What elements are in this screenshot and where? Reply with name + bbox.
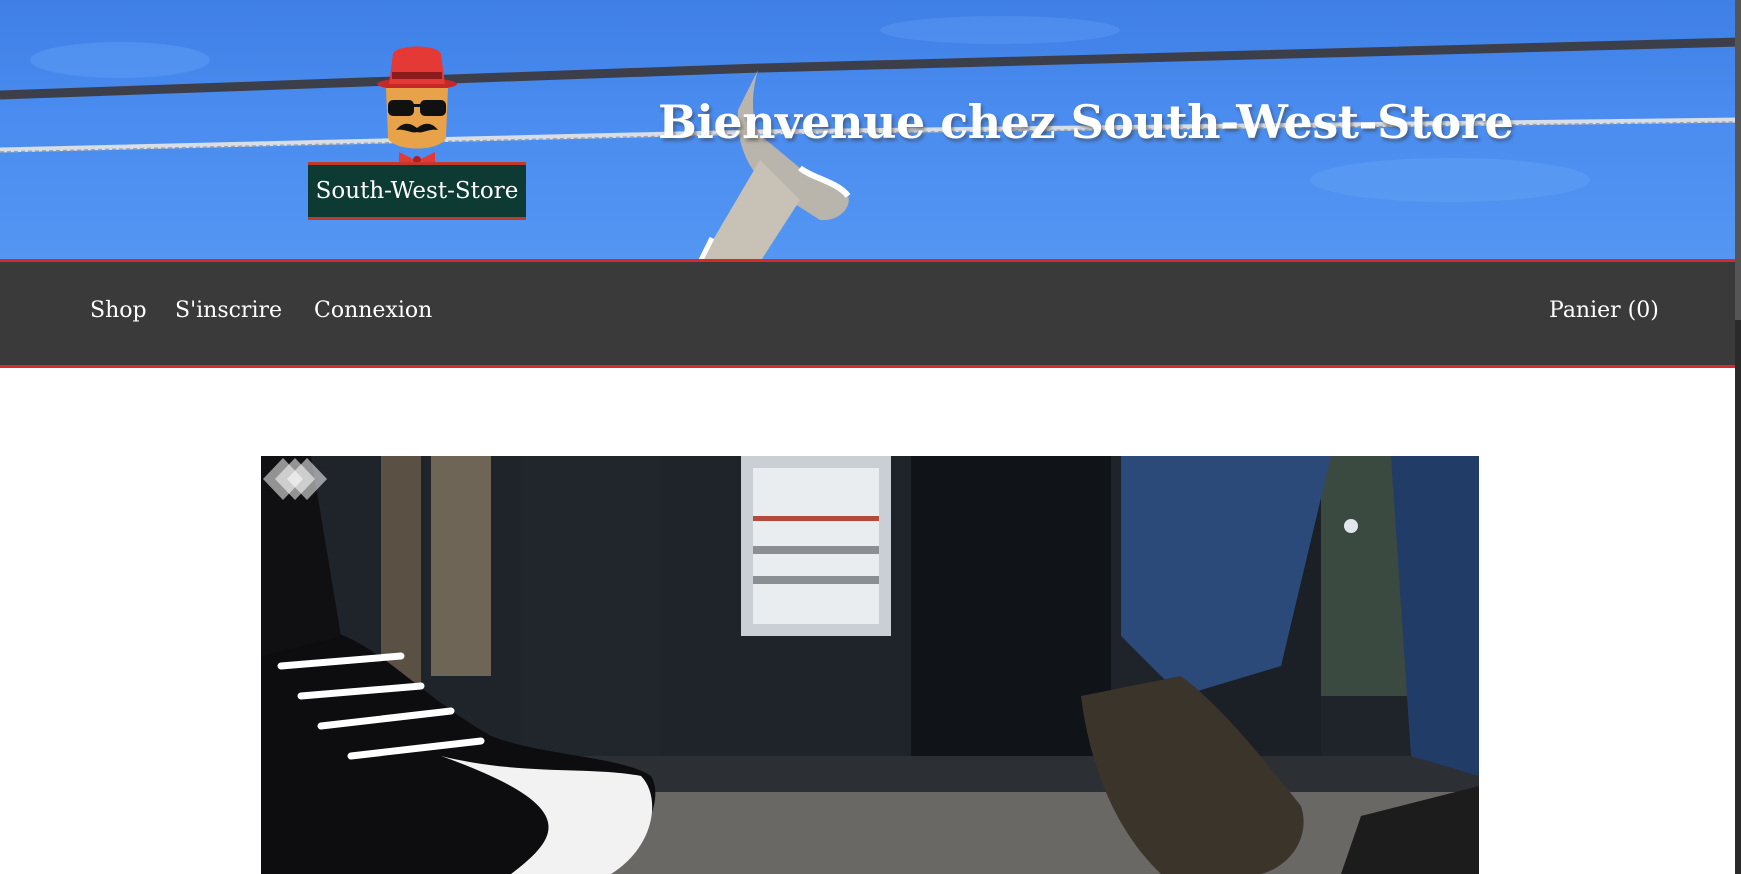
mustache-man-icon [377,46,457,168]
store-logo[interactable]: South-West-Store [308,42,526,220]
page-scrollbar[interactable] [1735,0,1741,874]
nav-signup-link[interactable]: S'inscrire [175,298,282,323]
header-banner: South-West-Store Bienvenue chez South-We… [0,0,1741,262]
scrollbar-thumb[interactable] [1735,0,1741,320]
main-navbar: Shop S'inscrire Connexion Panier (0) [0,262,1741,368]
hero-video[interactable] [261,456,1479,874]
cart-link[interactable]: Panier (0) [1549,298,1659,323]
nav-shop-link[interactable]: Shop [90,298,147,323]
diamonds-logo-icon [263,458,327,500]
sneakers-street-image [261,456,1479,874]
logo-text: South-West-Store [308,162,526,220]
nav-login-link[interactable]: Connexion [314,298,432,323]
welcome-title: Bienvenue chez South-West-Store [658,95,1514,149]
